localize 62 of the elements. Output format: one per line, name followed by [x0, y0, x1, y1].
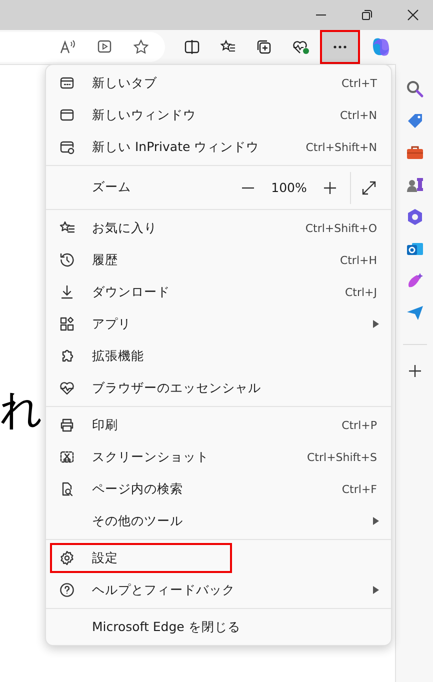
shortcut-text: Ctrl+H	[340, 254, 377, 266]
add-icon[interactable]	[406, 363, 422, 379]
shortcut-text: Ctrl+Shift+O	[305, 222, 377, 234]
menu-item[interactable]: 新しいタブ	[50, 68, 169, 98]
fullscreen-icon[interactable]	[361, 180, 377, 196]
heart-pulse-icon	[59, 380, 75, 396]
split-screen-icon[interactable]	[184, 39, 200, 55]
video-icon[interactable]	[97, 39, 113, 55]
menu-item[interactable]: 新しいウィンドウ	[50, 100, 208, 130]
settings-icon	[59, 550, 75, 566]
help-icon	[59, 582, 75, 598]
window-icon	[59, 107, 75, 123]
address-bar[interactable]	[0, 32, 165, 62]
shortcut-text: Ctrl+Shift+N	[306, 140, 377, 154]
menu-item[interactable]: その他のツール	[50, 506, 195, 536]
menu-item[interactable]: 設定	[50, 543, 232, 573]
outlook-icon[interactable]	[406, 240, 424, 258]
apps-icon	[59, 316, 75, 332]
download-icon	[59, 284, 75, 300]
collections-icon[interactable]	[256, 39, 272, 55]
menu-item[interactable]: お気に入り	[50, 213, 169, 243]
restore-icon[interactable]	[361, 9, 373, 21]
star-icon[interactable]	[133, 39, 149, 55]
menu-item[interactable]: アプリ	[50, 309, 143, 339]
chess-icon[interactable]	[406, 176, 424, 194]
submenu-arrow-icon	[373, 320, 379, 328]
ellipsis-icon	[333, 45, 347, 49]
zoom-in-icon[interactable]	[322, 180, 338, 196]
tag-icon[interactable]	[406, 112, 424, 130]
printer-icon	[59, 417, 75, 433]
heart-pulse-icon[interactable]	[292, 39, 310, 55]
toolbox-icon[interactable]	[406, 144, 424, 162]
menu-item[interactable]: 拡張機能	[50, 341, 156, 371]
menu-item[interactable]: ページ内の検索	[50, 474, 195, 504]
menu-item[interactable]: Microsoft Edge を閉じる	[50, 612, 252, 642]
search-icon[interactable]	[406, 80, 424, 98]
read-aloud-icon[interactable]	[59, 39, 77, 55]
menu-item[interactable]: ダウンロード	[50, 277, 182, 307]
menu-item[interactable]: 新しい InPrivate ウィンドウ	[50, 132, 272, 162]
menu-item[interactable]: 履歴	[50, 245, 130, 275]
shortcut-text: Ctrl+F	[342, 482, 377, 496]
shortcut-text: Ctrl+T	[341, 76, 377, 90]
submenu-arrow-icon	[373, 517, 379, 525]
menu-item[interactable]: スクリーンショット	[50, 442, 221, 472]
history-icon	[59, 252, 75, 268]
new-tab-icon	[59, 75, 75, 91]
more-button[interactable]	[320, 30, 360, 64]
close-icon[interactable]	[407, 9, 419, 21]
menu-item[interactable]: 印刷	[50, 410, 130, 440]
private-window-icon	[59, 139, 75, 155]
submenu-arrow-icon	[373, 586, 379, 594]
send-icon[interactable]	[406, 304, 424, 322]
shortcut-text: Ctrl+P	[342, 418, 377, 432]
shortcut-text: Ctrl+N	[340, 108, 377, 122]
zoom-level: 100%	[270, 180, 308, 195]
screenshot-icon	[59, 449, 75, 465]
menu-item[interactable]: ブラウザーのエッセンシャル	[50, 373, 273, 403]
menu-item[interactable]: ヘルプとフィードバック	[50, 575, 247, 605]
zoom-label: ズーム	[92, 179, 132, 196]
shortcut-text: Ctrl+J	[344, 286, 377, 298]
page-heading: れ	[0, 387, 43, 434]
shortcut-text: Ctrl+Shift+S	[307, 450, 377, 464]
